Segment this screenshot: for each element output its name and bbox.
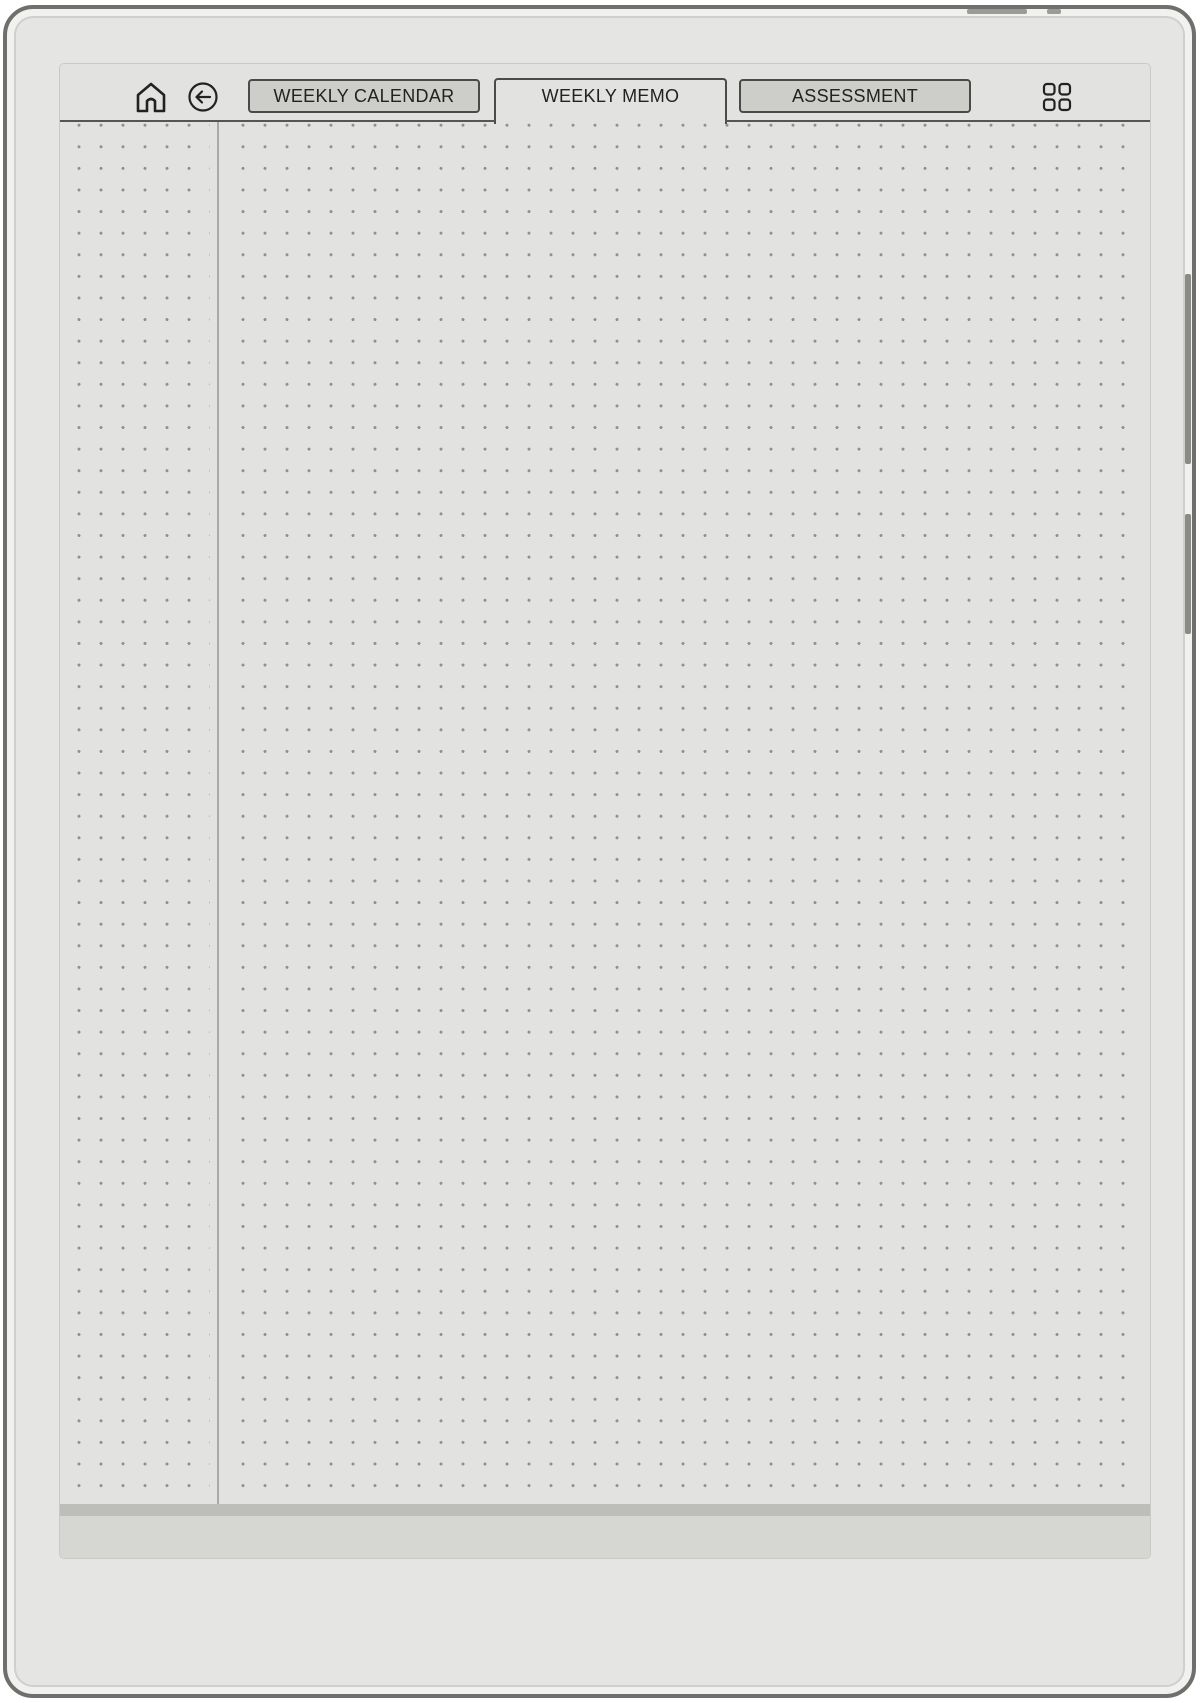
grid-icon[interactable] xyxy=(1040,80,1074,114)
back-arrow-circle-icon[interactable] xyxy=(186,80,220,114)
toolbar: WEEKLY CALENDAR WEEKLY MEMO ASSESSMENT xyxy=(60,64,1150,124)
bottom-strip xyxy=(60,1516,1150,1558)
side-button-upper[interactable] xyxy=(1185,274,1191,464)
tab-label: ASSESSMENT xyxy=(791,85,919,106)
tab-weekly-calendar[interactable]: WEEKLY CALENDAR xyxy=(248,79,480,113)
tab-label: WEEKLY CALENDAR xyxy=(273,85,455,106)
screen: WEEKLY CALENDAR WEEKLY MEMO ASSESSMENT xyxy=(59,63,1151,1559)
power-button[interactable] xyxy=(967,9,1027,14)
home-icon[interactable] xyxy=(132,78,170,116)
device-frame: WEEKLY CALENDAR WEEKLY MEMO ASSESSMENT xyxy=(3,5,1196,1698)
top-button-small[interactable] xyxy=(1047,9,1061,14)
left-dot-grid xyxy=(68,122,210,1505)
side-button-lower[interactable] xyxy=(1185,514,1191,634)
dot-grid-page[interactable] xyxy=(60,122,1150,1505)
tab-weekly-memo[interactable]: WEEKLY MEMO xyxy=(494,78,727,124)
main-dot-grid xyxy=(232,122,1140,1505)
tab-assessment[interactable]: ASSESSMENT xyxy=(739,79,971,113)
bottom-bar xyxy=(60,1504,1150,1516)
tab-label: WEEKLY MEMO xyxy=(541,85,680,106)
